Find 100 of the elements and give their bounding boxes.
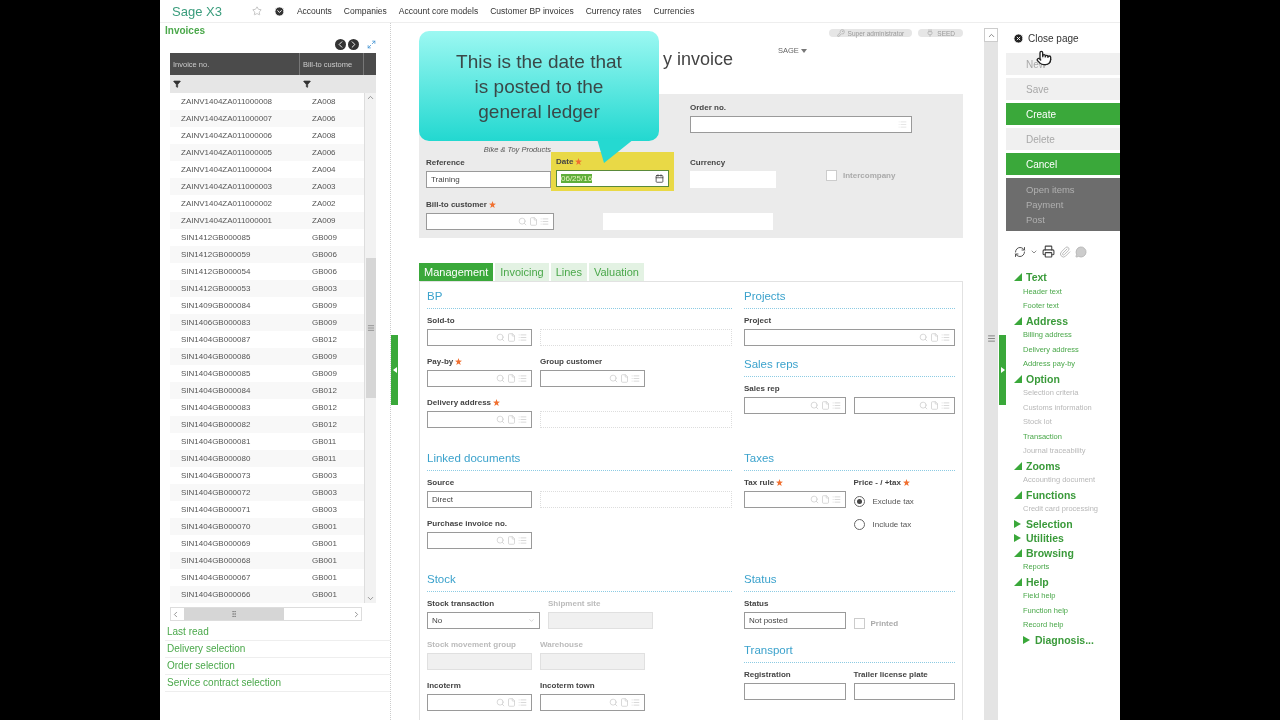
- table-cell[interactable]: GB009: [300, 369, 364, 378]
- table-cell[interactable]: GB001: [300, 573, 364, 582]
- scroll-down-icon[interactable]: [366, 594, 375, 603]
- menu-group[interactable]: Utilities: [1014, 531, 1120, 546]
- page-icon[interactable]: [620, 374, 629, 383]
- table-cell[interactable]: GB003: [300, 488, 364, 497]
- list-icon[interactable]: [518, 374, 527, 383]
- input-field[interactable]: [853, 397, 955, 414]
- table-cell[interactable]: GB012: [300, 403, 364, 412]
- scroll-right-icon[interactable]: [352, 609, 361, 619]
- vertical-scrollbar[interactable]: [984, 28, 998, 720]
- table-cell[interactable]: GB006: [300, 267, 364, 276]
- refresh-icon[interactable]: [1014, 245, 1026, 258]
- table-cell[interactable]: GB009: [300, 318, 364, 327]
- page-icon[interactable]: [507, 698, 516, 707]
- table-cell[interactable]: SIN1412GB000059: [170, 250, 300, 259]
- grip-icon[interactable]: [230, 610, 238, 618]
- table-cell[interactable]: ZAINV1404ZA011000003: [170, 182, 300, 191]
- input-field[interactable]: [427, 694, 532, 711]
- table-cell[interactable]: ZA002: [300, 199, 364, 208]
- input-field[interactable]: [540, 370, 645, 387]
- table-cell[interactable]: SIN1404GB000087: [170, 335, 300, 344]
- input-field[interactable]: [427, 532, 532, 549]
- menu-group[interactable]: Functions: [1014, 487, 1120, 502]
- table-cell[interactable]: GB011: [300, 437, 364, 446]
- input-field[interactable]: [540, 694, 645, 711]
- table-cell[interactable]: SIN1404GB000070: [170, 522, 300, 531]
- previous-icon[interactable]: [335, 39, 346, 50]
- menu-group[interactable]: Zooms: [1014, 458, 1120, 473]
- input-field[interactable]: [744, 397, 846, 414]
- search-icon[interactable]: [518, 217, 527, 226]
- table-cell[interactable]: SIN1404GB000073: [170, 471, 300, 480]
- page-icon[interactable]: [529, 217, 538, 226]
- input-field[interactable]: [744, 491, 846, 508]
- table-cell[interactable]: GB001: [300, 539, 364, 548]
- caret-icon[interactable]: [800, 48, 807, 53]
- list-icon[interactable]: [540, 217, 549, 226]
- table-cell[interactable]: SIN1404GB000085: [170, 369, 300, 378]
- search-icon[interactable]: [809, 495, 819, 504]
- app-logo[interactable]: Sage X3: [172, 3, 222, 19]
- table-cell[interactable]: SIN1404GB000086: [170, 352, 300, 361]
- input-field[interactable]: [426, 213, 554, 230]
- table-cell[interactable]: SIN1412GB000053: [170, 284, 300, 293]
- list-icon[interactable]: [631, 374, 640, 383]
- radio-button[interactable]: [853, 495, 865, 507]
- next-icon[interactable]: [348, 39, 359, 50]
- table-cell[interactable]: ZAINV1404ZA011000001: [170, 216, 300, 225]
- table-cell[interactable]: SIN1404GB000067: [170, 573, 300, 582]
- table-cell[interactable]: GB012: [300, 386, 364, 395]
- scroll-left-icon[interactable]: [171, 609, 180, 619]
- input-field[interactable]: [427, 370, 532, 387]
- input-field[interactable]: [690, 116, 912, 133]
- input-field[interactable]: [427, 329, 532, 346]
- search-icon[interactable]: [919, 401, 928, 410]
- filter-icon[interactable]: [173, 80, 181, 88]
- table-cell[interactable]: GB001: [300, 556, 364, 565]
- list-icon[interactable]: [518, 415, 527, 424]
- input-field[interactable]: [427, 411, 532, 428]
- radio-button[interactable]: [853, 518, 865, 530]
- table-cell[interactable]: ZA006: [300, 114, 364, 123]
- input-field[interactable]: [744, 329, 955, 346]
- nav-link[interactable]: Currencies: [653, 6, 695, 16]
- search-icon[interactable]: [496, 698, 505, 707]
- table-cell[interactable]: ZAINV1404ZA011000005: [170, 148, 300, 157]
- input-field[interactable]: [853, 683, 955, 700]
- table-cell[interactable]: GB009: [300, 352, 364, 361]
- menu-group[interactable]: Text: [1014, 270, 1120, 285]
- table-cell[interactable]: GB012: [300, 335, 364, 344]
- chevron-circle-icon[interactable]: [273, 5, 285, 17]
- panel-collapse-handle[interactable]: [391, 335, 398, 405]
- expand-icon[interactable]: [367, 40, 376, 49]
- close-icon[interactable]: [1013, 32, 1024, 44]
- page-icon[interactable]: [507, 374, 516, 383]
- table-cell[interactable]: SIN1404GB000081: [170, 437, 300, 446]
- list-icon[interactable]: [898, 120, 907, 129]
- table-cell[interactable]: SIN1404GB000080: [170, 454, 300, 463]
- list-icon[interactable]: [518, 333, 527, 342]
- input-field[interactable]: Not posted: [744, 612, 846, 629]
- table-cell[interactable]: SIN1404GB000072: [170, 488, 300, 497]
- table-cell[interactable]: GB003: [300, 471, 364, 480]
- table-cell[interactable]: GB001: [300, 590, 364, 599]
- list-icon[interactable]: [941, 333, 950, 342]
- table-cell[interactable]: GB009: [300, 301, 364, 310]
- menu-group[interactable]: Diagnosis...: [1023, 632, 1120, 647]
- table-cell[interactable]: ZAINV1404ZA011000002: [170, 199, 300, 208]
- nav-link[interactable]: Customer BP invoices: [490, 6, 574, 16]
- page-icon[interactable]: [820, 495, 830, 504]
- table-cell[interactable]: SIN1404GB000084: [170, 386, 300, 395]
- grip-icon[interactable]: [366, 324, 375, 332]
- page-icon[interactable]: [620, 698, 629, 707]
- panel-expand-handle[interactable]: [999, 335, 1006, 405]
- table-cell[interactable]: SIN1412GB000085: [170, 233, 300, 242]
- table-cell[interactable]: SIN1404GB000083: [170, 403, 300, 412]
- table-cell[interactable]: SIN1404GB000068: [170, 556, 300, 565]
- page-icon[interactable]: [507, 415, 516, 424]
- page-icon[interactable]: [507, 333, 516, 342]
- list-icon[interactable]: [941, 401, 950, 410]
- table-cell[interactable]: ZA004: [300, 165, 364, 174]
- page-icon[interactable]: [930, 401, 939, 410]
- search-icon[interactable]: [496, 374, 505, 383]
